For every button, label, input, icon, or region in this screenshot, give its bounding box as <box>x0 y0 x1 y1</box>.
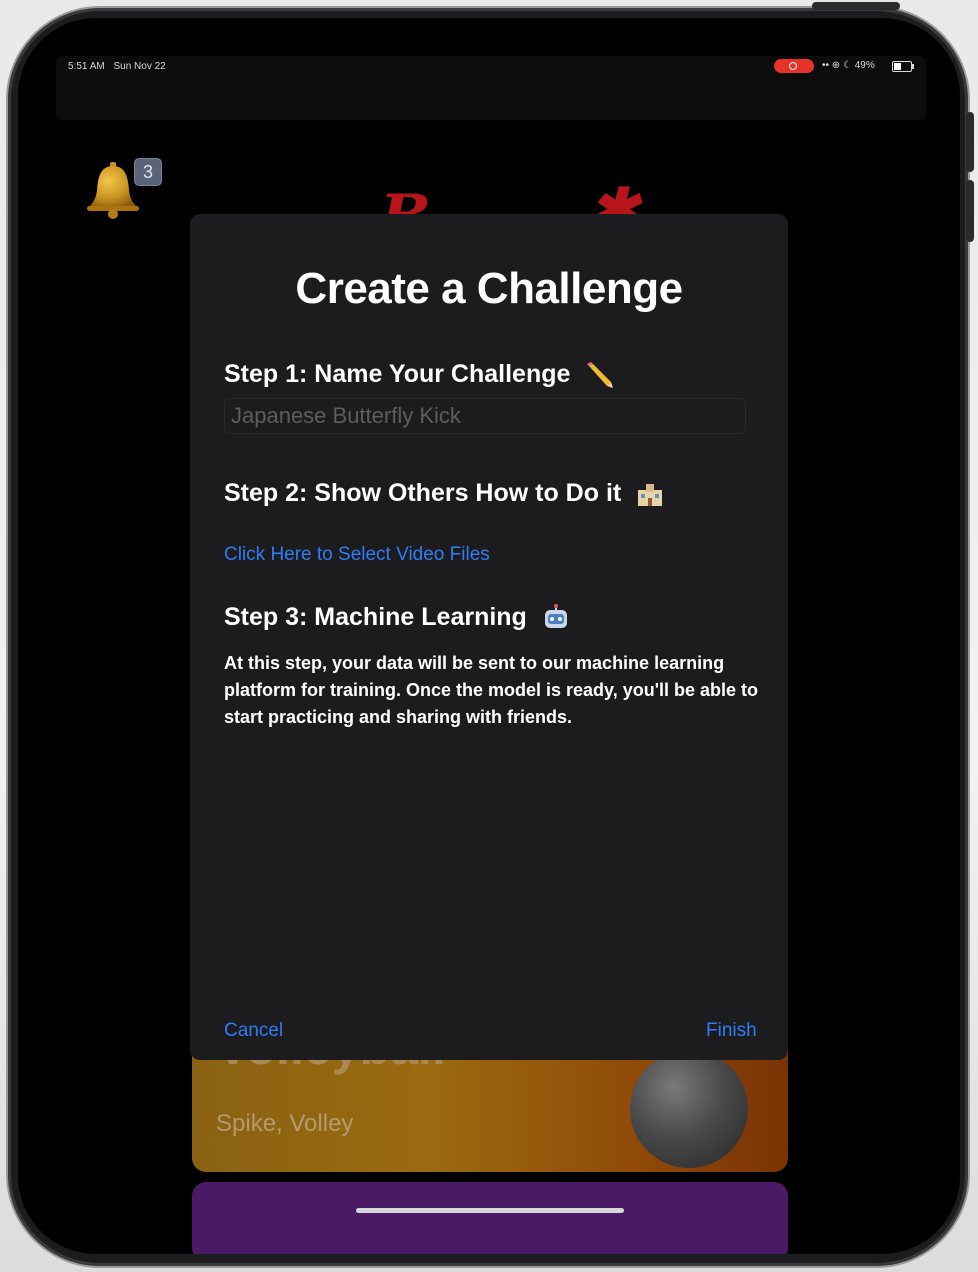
wifi-icon: •• <box>822 60 830 71</box>
step3-description: At this step, your data will be sent to … <box>224 653 759 727</box>
status-date: Sun Nov 22 <box>113 61 166 72</box>
battery-icon <box>892 61 914 72</box>
location-icon: ⊕ <box>831 60 841 71</box>
screen: 5:51 AM Sun Nov 22 •• ⊕ ☾ 49% 3 B ✱ <box>18 18 960 1254</box>
battery-percent: 49% <box>854 60 875 71</box>
notification-badge: 3 <box>134 158 162 186</box>
step1-heading: Step 1: Name Your Challenge <box>224 360 615 389</box>
create-challenge-modal: Create a Challenge Step 1: Name Your Cha… <box>190 214 788 1060</box>
select-video-files-link[interactable]: Click Here to Select Video Files <box>224 544 490 566</box>
home-indicator[interactable] <box>356 1208 624 1213</box>
step3-label: Step 3: Machine Learning <box>224 603 527 631</box>
step3-heading: Step 3: Machine Learning <box>224 603 570 632</box>
pencil-icon <box>587 362 614 389</box>
sport-card[interactable] <box>192 1182 788 1254</box>
step1-label: Step 1: Name Your Challenge <box>224 360 571 388</box>
app-logo: B ✱ <box>380 176 639 216</box>
school-icon <box>638 484 663 507</box>
moon-icon: ☾ <box>842 60 852 71</box>
volleyball-icon <box>630 1050 748 1168</box>
challenge-name-input[interactable] <box>224 398 746 434</box>
volume-up-button <box>966 112 974 172</box>
top-button <box>812 2 900 10</box>
screen-recording-icon[interactable] <box>774 59 814 73</box>
robot-icon <box>544 604 567 629</box>
step2-heading: Step 2: Show Others How to Do it <box>224 479 664 508</box>
status-icons: •• ⊕ ☾ 49% <box>822 60 875 71</box>
volume-down-button <box>966 180 974 242</box>
status-bar: 5:51 AM Sun Nov 22 •• ⊕ ☾ 49% <box>56 56 926 120</box>
modal-title: Create a Challenge <box>295 264 683 313</box>
cancel-button[interactable]: Cancel <box>224 1020 283 1042</box>
finish-button[interactable]: Finish <box>706 1020 757 1042</box>
status-time: 5:51 AM <box>68 61 105 72</box>
step2-label: Step 2: Show Others How to Do it <box>224 479 622 507</box>
sport-card-subtitle: Spike, Volley <box>216 1110 354 1137</box>
